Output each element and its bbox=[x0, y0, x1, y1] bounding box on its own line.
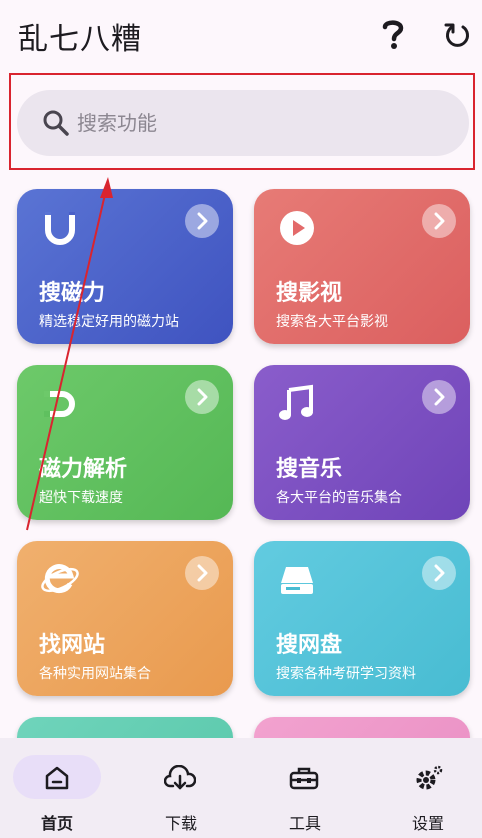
chevron-right-icon[interactable] bbox=[422, 204, 456, 238]
chevron-right-icon[interactable] bbox=[185, 380, 219, 414]
refresh-icon[interactable] bbox=[440, 18, 474, 52]
magnet-u-icon bbox=[39, 207, 81, 249]
card-partial-teal[interactable] bbox=[17, 717, 233, 740]
nav-label: 工具 bbox=[288, 814, 321, 833]
card-subtitle: 各种实用网站集合 bbox=[39, 666, 151, 682]
card-subtitle: 搜索各大平台影视 bbox=[276, 314, 388, 330]
card-magnet-search[interactable]: 搜磁力 精选稳定好用的磁力站 bbox=[17, 189, 233, 344]
card-title: 磁力解析 bbox=[39, 457, 128, 482]
card-subtitle: 精选稳定好用的磁力站 bbox=[39, 314, 179, 330]
chevron-right-icon[interactable] bbox=[185, 204, 219, 238]
card-netdisk-search[interactable]: 搜网盘 搜索各种考研学习资料 bbox=[254, 541, 470, 696]
settings-icon bbox=[413, 764, 445, 792]
nav-item-home[interactable]: 首页 bbox=[0, 738, 120, 838]
help-icon[interactable] bbox=[378, 16, 408, 52]
card-subtitle: 超快下载速度 bbox=[39, 490, 123, 506]
nav-item-tools[interactable]: 工具 bbox=[245, 738, 365, 838]
drive-icon bbox=[276, 559, 318, 601]
card-title: 搜磁力 bbox=[39, 281, 106, 306]
search-icon bbox=[41, 108, 71, 138]
card-partial-pink[interactable] bbox=[254, 717, 470, 740]
feature-grid: 搜磁力 精选稳定好用的磁力站 搜影视 搜索各大平台影视 磁力解析 超快下载速度 bbox=[0, 188, 482, 740]
card-title: 搜影视 bbox=[276, 281, 343, 306]
card-subtitle: 搜索各种考研学习资料 bbox=[276, 666, 416, 682]
toolbox-icon bbox=[288, 764, 320, 792]
bottom-navigation: 首页 下载 工具 设置 bbox=[0, 738, 482, 838]
search-input[interactable] bbox=[77, 90, 447, 156]
magnet-link-icon bbox=[39, 383, 81, 425]
ie-browser-icon bbox=[39, 559, 81, 601]
card-magnet-parse[interactable]: 磁力解析 超快下载速度 bbox=[17, 365, 233, 520]
card-music-search[interactable]: 搜音乐 各大平台的音乐集合 bbox=[254, 365, 470, 520]
cloud-download-icon bbox=[164, 764, 196, 792]
music-note-icon bbox=[276, 383, 318, 425]
home-icon bbox=[41, 764, 73, 792]
card-title: 搜网盘 bbox=[276, 633, 343, 658]
card-website-finder[interactable]: 找网站 各种实用网站集合 bbox=[17, 541, 233, 696]
chevron-right-icon[interactable] bbox=[422, 380, 456, 414]
chevron-right-icon[interactable] bbox=[422, 556, 456, 590]
play-circle-icon bbox=[276, 207, 318, 249]
chevron-right-icon[interactable] bbox=[185, 556, 219, 590]
card-title: 搜音乐 bbox=[276, 457, 343, 482]
card-title: 找网站 bbox=[39, 633, 106, 658]
search-bar[interactable] bbox=[17, 90, 469, 156]
nav-label: 设置 bbox=[411, 814, 444, 833]
nav-item-settings[interactable]: 设置 bbox=[368, 738, 482, 838]
app-title: 乱七八糟 bbox=[18, 22, 142, 57]
card-subtitle: 各大平台的音乐集合 bbox=[276, 490, 402, 506]
card-video-search[interactable]: 搜影视 搜索各大平台影视 bbox=[254, 189, 470, 344]
app-bar: 乱七八糟 bbox=[0, 0, 482, 70]
nav-item-download[interactable]: 下载 bbox=[121, 738, 241, 838]
nav-label: 下载 bbox=[164, 814, 197, 833]
nav-label: 首页 bbox=[40, 814, 73, 833]
